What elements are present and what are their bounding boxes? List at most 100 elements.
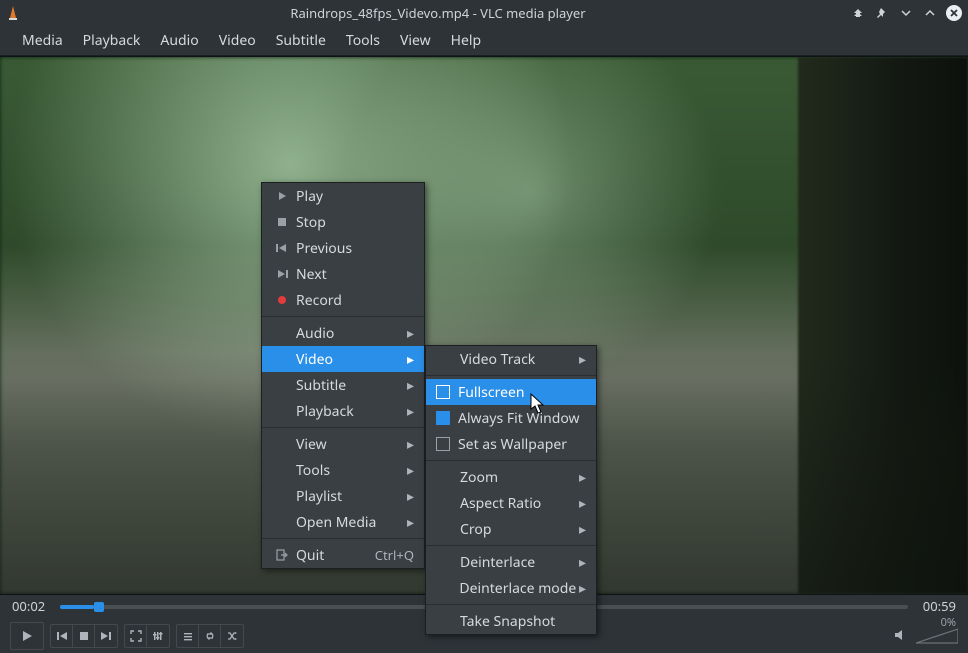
ctx-next-label: Next: [296, 265, 414, 284]
mute-icon[interactable]: [894, 625, 910, 647]
pin-icon[interactable]: [874, 5, 890, 21]
ctx-play-label: Play: [296, 187, 414, 206]
transport-group: [50, 624, 118, 648]
ctx-quit-label: Quit: [296, 546, 359, 565]
sub-deinterlace[interactable]: Deinterlace ▸: [426, 549, 596, 575]
playlist-group: [176, 624, 244, 648]
quit-icon: [272, 549, 292, 561]
context-menu: Play Stop Previous Next Record Audio ▸ V…: [261, 182, 425, 569]
time-duration[interactable]: 00:59: [918, 597, 956, 615]
ctx-video[interactable]: Video ▸: [262, 346, 424, 372]
sub-deinterlace-mode[interactable]: Deinterlace mode ▸: [426, 575, 596, 601]
play-icon: [272, 191, 292, 201]
ctx-view[interactable]: View ▸: [262, 431, 424, 457]
ctx-separator: [426, 460, 596, 461]
submenu-arrow-icon: ▸: [576, 350, 586, 369]
submenu-arrow-icon: ▸: [404, 435, 414, 454]
sub-zoom-label: Zoom: [460, 468, 576, 487]
ctx-open-media[interactable]: Open Media ▸: [262, 509, 424, 535]
sub-always-fit-window[interactable]: Always Fit Window: [426, 405, 596, 431]
ctx-tools[interactable]: Tools ▸: [262, 457, 424, 483]
stop-icon: [272, 217, 292, 227]
menu-tools[interactable]: Tools: [336, 27, 390, 54]
ctx-video-label: Video: [296, 350, 404, 369]
fullscreen-button[interactable]: [125, 625, 147, 647]
menu-subtitle[interactable]: Subtitle: [266, 27, 336, 54]
ctx-quit-accel: Ctrl+Q: [375, 546, 414, 564]
sub-always-fit-label: Always Fit Window: [458, 409, 586, 428]
seek-thumb[interactable]: [94, 602, 104, 612]
app-window: Raindrops_48fps_Videvo.mp4 - VLC media p…: [0, 0, 968, 653]
window-controls: [850, 5, 962, 21]
ctx-play[interactable]: Play: [262, 183, 424, 209]
seek-fill: [60, 605, 94, 609]
play-button[interactable]: [10, 622, 44, 650]
submenu-arrow-icon: ▸: [404, 402, 414, 421]
next-button[interactable]: [95, 625, 117, 647]
ctx-subtitle[interactable]: Subtitle ▸: [262, 372, 424, 398]
menu-video[interactable]: Video: [209, 27, 266, 54]
sub-aspect-ratio[interactable]: Aspect Ratio ▸: [426, 490, 596, 516]
sub-video-track[interactable]: Video Track ▸: [426, 346, 596, 372]
submenu-arrow-icon: ▸: [404, 324, 414, 343]
ctx-previous-label: Previous: [296, 239, 414, 258]
titlebar: Raindrops_48fps_Videvo.mp4 - VLC media p…: [0, 0, 968, 26]
submenu-arrow-icon: ▸: [576, 579, 586, 598]
ctx-subtitle-label: Subtitle: [296, 376, 404, 395]
submenu-arrow-icon: ▸: [404, 487, 414, 506]
stop-button[interactable]: [73, 625, 95, 647]
sub-deinterlace-label: Deinterlace: [460, 553, 576, 572]
menu-media[interactable]: Media: [12, 27, 73, 54]
ctx-separator: [426, 375, 596, 376]
extended-settings-button[interactable]: [147, 625, 169, 647]
submenu-arrow-icon: ▸: [404, 461, 414, 480]
ctx-separator: [262, 538, 424, 539]
time-elapsed[interactable]: 00:02: [12, 597, 50, 615]
menu-view[interactable]: View: [390, 27, 441, 54]
submenu-arrow-icon: ▸: [576, 520, 586, 539]
menu-playback[interactable]: Playback: [73, 27, 151, 54]
sub-set-as-wallpaper[interactable]: Set as Wallpaper: [426, 431, 596, 457]
shuffle-button[interactable]: [221, 625, 243, 647]
sub-take-snapshot[interactable]: Take Snapshot: [426, 608, 596, 634]
sub-snapshot-label: Take Snapshot: [460, 612, 586, 631]
ctx-previous[interactable]: Previous: [262, 235, 424, 261]
ctx-quit[interactable]: Quit Ctrl+Q: [262, 542, 424, 568]
checkbox-icon: [436, 437, 450, 451]
checkbox-checked-icon: [436, 411, 450, 425]
close-icon[interactable]: [946, 5, 962, 21]
loop-button[interactable]: [199, 625, 221, 647]
sub-zoom[interactable]: Zoom ▸: [426, 464, 596, 490]
submenu-arrow-icon: ▸: [576, 553, 586, 572]
volume-slider[interactable]: [916, 627, 958, 645]
ctx-record-label: Record: [296, 291, 414, 310]
submenu-arrow-icon: ▸: [404, 350, 414, 369]
keep-above-icon[interactable]: [850, 5, 866, 21]
menu-help[interactable]: Help: [441, 27, 492, 54]
submenu-arrow-icon: ▸: [576, 494, 586, 513]
menubar: Media Playback Audio Video Subtitle Tool…: [0, 26, 968, 56]
ctx-stop[interactable]: Stop: [262, 209, 424, 235]
menu-audio[interactable]: Audio: [150, 27, 208, 54]
prev-icon: [272, 243, 292, 253]
ctx-record[interactable]: Record: [262, 287, 424, 313]
ctx-playback-label: Playback: [296, 402, 404, 421]
sub-crop[interactable]: Crop ▸: [426, 516, 596, 542]
sub-fullscreen[interactable]: Fullscreen: [426, 379, 596, 405]
ctx-next[interactable]: Next: [262, 261, 424, 287]
minimize-icon[interactable]: [898, 5, 914, 21]
playlist-button[interactable]: [177, 625, 199, 647]
ctx-playback[interactable]: Playback ▸: [262, 398, 424, 424]
submenu-arrow-icon: ▸: [404, 376, 414, 395]
ctx-separator: [426, 545, 596, 546]
ctx-audio[interactable]: Audio ▸: [262, 320, 424, 346]
video-submenu: Video Track ▸ Fullscreen Always Fit Wind…: [425, 345, 597, 635]
prev-button[interactable]: [51, 625, 73, 647]
ctx-separator: [262, 316, 424, 317]
ctx-playlist[interactable]: Playlist ▸: [262, 483, 424, 509]
ctx-open-media-label: Open Media: [296, 513, 404, 532]
maximize-icon[interactable]: [922, 5, 938, 21]
sub-deinterlace-mode-label: Deinterlace mode: [459, 579, 576, 598]
ctx-playlist-label: Playlist: [296, 487, 404, 506]
ctx-separator: [262, 427, 424, 428]
